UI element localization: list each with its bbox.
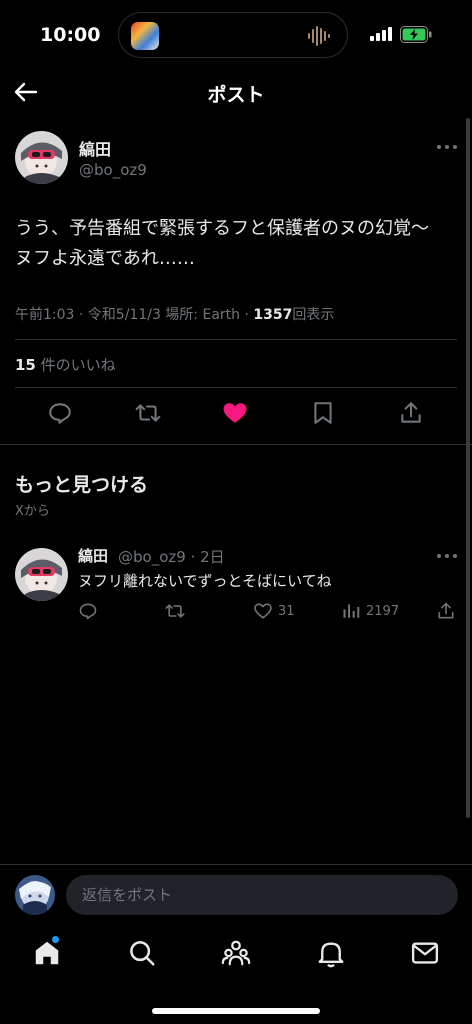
recommended-views-count: 2197	[366, 603, 400, 619]
status-time: 10:00	[40, 24, 101, 46]
recommended-reply-button[interactable]	[78, 600, 98, 622]
scrollbar[interactable]	[466, 118, 470, 818]
share-icon	[438, 602, 454, 619]
recommended-repost-button[interactable]	[165, 600, 185, 622]
notifications-icon	[318, 942, 344, 968]
recommended-like-button[interactable]: 31	[253, 600, 295, 622]
divider	[15, 339, 457, 340]
post-timestamp[interactable]: 午前1:03 · 令和5/11/3 場所: Earth ·	[15, 307, 253, 323]
heart-filled-icon	[223, 403, 247, 423]
bottom-tab-bar	[0, 924, 472, 1024]
share-icon	[401, 402, 421, 423]
post-text: うう、予告番組で緊張するフと保護者のヌの幻覚〜 ヌフよ永遠であれ……	[15, 214, 460, 274]
repost-button[interactable]	[135, 400, 161, 426]
views-bar-chart-icon	[343, 604, 360, 618]
post-more-options-icon[interactable]	[436, 144, 458, 150]
recommended-post-text: ヌフリ離れないでずっとそばにいてね	[78, 572, 332, 590]
bookmark-button[interactable]	[310, 400, 336, 426]
share-button[interactable]	[398, 400, 424, 426]
likes-count: 15	[15, 356, 36, 374]
notification-dot	[52, 936, 59, 943]
heart-outline-icon	[254, 603, 272, 619]
recommended-handle-time[interactable]: @bo_oz9 · 2日	[118, 546, 225, 567]
bookmark-icon	[314, 402, 332, 424]
home-indicator	[152, 1008, 320, 1014]
dynamic-island[interactable]	[118, 12, 348, 58]
post-author-handle[interactable]: @bo_oz9	[79, 161, 147, 179]
like-button[interactable]	[222, 400, 248, 426]
home-icon	[35, 941, 59, 965]
current-user-avatar[interactable]	[15, 875, 55, 915]
audio-waveform-icon	[308, 26, 330, 46]
discover-more-title: もっと見つける	[15, 474, 149, 496]
post-text-line-2: ヌフよ永遠であれ……	[15, 248, 195, 269]
recommended-like-count: 31	[278, 603, 295, 619]
discover-more-subtitle: Xから	[15, 504, 50, 519]
cellular-signal-icon	[370, 27, 392, 41]
post-author-name[interactable]: 縞田	[79, 136, 111, 160]
recommended-author-name[interactable]: 縞田	[78, 545, 108, 566]
reply-input[interactable]	[66, 875, 458, 915]
messages-icon	[411, 942, 439, 964]
battery-charging-icon	[400, 26, 432, 43]
tab-search[interactable]	[127, 938, 157, 968]
reply-icon	[49, 403, 71, 424]
page-title: ポスト	[207, 84, 265, 106]
recommended-more-options-icon[interactable]	[436, 553, 458, 559]
divider	[15, 387, 457, 388]
reply-button[interactable]	[47, 400, 73, 426]
reply-bar	[0, 864, 472, 924]
likes-label: 件のいいね	[40, 356, 116, 374]
post-text-line-1: うう、予告番組で緊張するフと保護者のヌの幻覚〜	[15, 218, 429, 239]
views-label: 回表示	[292, 307, 335, 323]
post-metadata: 午前1:03 · 令和5/11/3 場所: Earth · 1357回表示	[15, 304, 334, 324]
post-author-avatar[interactable]	[15, 131, 68, 184]
tab-notifications[interactable]	[316, 938, 346, 968]
views-count[interactable]: 1357	[253, 307, 292, 323]
likes-summary[interactable]: 15 件のいいね	[15, 354, 116, 375]
recommended-share-button[interactable]	[436, 600, 456, 622]
repost-icon	[135, 404, 161, 422]
communities-icon	[221, 940, 251, 966]
repost-icon	[165, 604, 185, 618]
reply-icon	[79, 603, 97, 620]
recommended-post-avatar[interactable]	[15, 548, 68, 601]
tab-messages[interactable]	[410, 938, 440, 968]
post-header: ポスト	[0, 70, 472, 118]
tab-communities[interactable]	[221, 938, 251, 968]
status-bar: 10:00	[0, 0, 472, 70]
now-playing-app-icon	[131, 22, 159, 50]
tab-home[interactable]	[32, 936, 62, 968]
recommended-views-button[interactable]: 2197	[341, 600, 399, 622]
search-icon	[130, 941, 155, 966]
section-divider	[0, 444, 472, 445]
